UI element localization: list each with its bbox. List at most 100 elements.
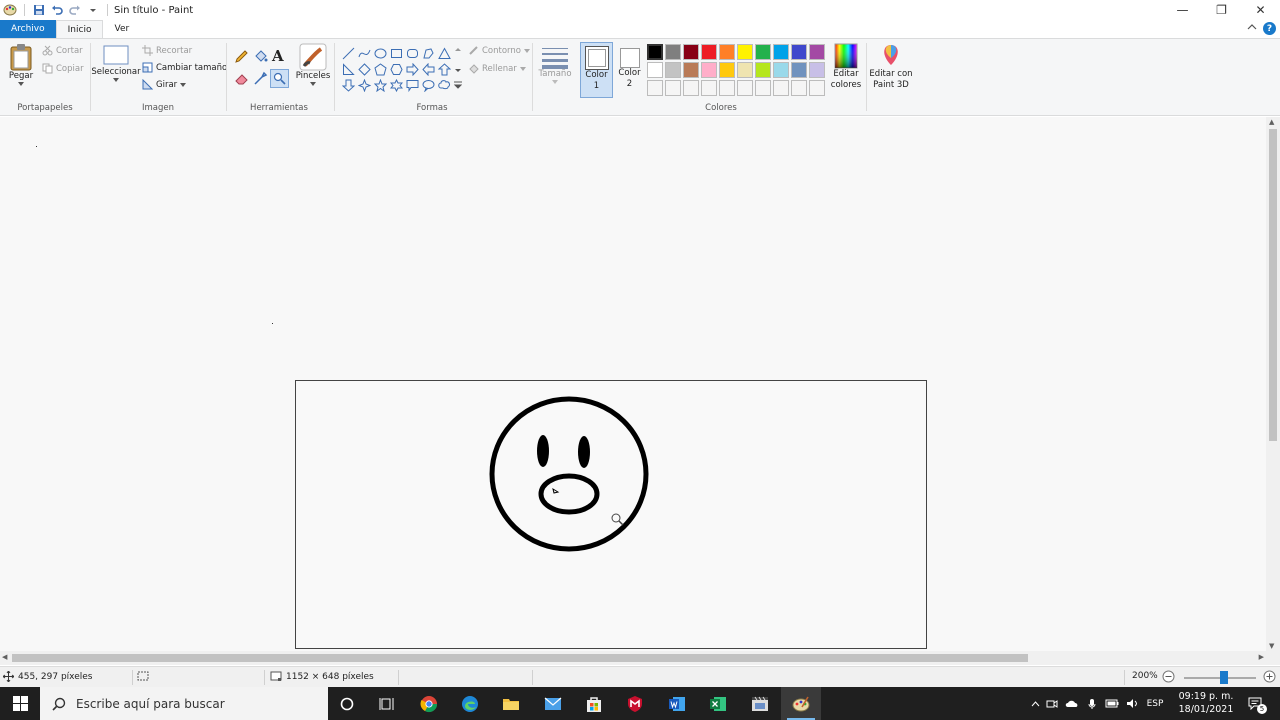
zoom-out-icon[interactable] <box>1162 670 1175 683</box>
callout-rect-shape-icon[interactable] <box>404 77 420 93</box>
palette-swatch[interactable] <box>791 44 807 60</box>
brushes-button[interactable]: Pinceles <box>296 43 330 86</box>
edit-with-paint3d-button[interactable]: Editar con Paint 3D <box>868 43 914 91</box>
shapes-scroll-up-icon[interactable] <box>455 45 461 55</box>
tab-view[interactable]: Ver <box>103 20 140 38</box>
triangle-shape-icon[interactable] <box>436 45 452 61</box>
palette-swatch[interactable] <box>665 62 681 78</box>
tab-home[interactable]: Inicio <box>55 20 104 38</box>
palette-swatch[interactable] <box>809 62 825 78</box>
palette-swatch[interactable] <box>647 44 663 60</box>
palette-swatch[interactable] <box>755 62 771 78</box>
fill-button[interactable]: Rellenar <box>468 63 526 74</box>
notification-center-button[interactable]: 5 <box>1240 687 1270 720</box>
rotate-button[interactable]: Girar <box>142 79 187 90</box>
show-hidden-icons-icon[interactable] <box>1028 700 1042 707</box>
rectangle-shape-icon[interactable] <box>388 45 404 61</box>
palette-swatch[interactable] <box>683 62 699 78</box>
polygon-shape-icon[interactable] <box>420 45 436 61</box>
taskbar-excel[interactable] <box>698 687 738 720</box>
palette-swatch[interactable] <box>773 44 789 60</box>
vertical-scrollbar[interactable]: ▲ ▼ <box>1266 117 1280 651</box>
palette-swatch[interactable] <box>755 44 771 60</box>
color1-button[interactable]: Color 1 <box>580 42 613 98</box>
resize-button[interactable]: Cambiar tamaño <box>142 62 227 73</box>
pentagon-shape-icon[interactable] <box>372 61 388 77</box>
customize-qat-icon[interactable] <box>85 2 101 18</box>
paste-button[interactable]: Pegar <box>6 43 36 86</box>
palette-swatch[interactable] <box>719 44 735 60</box>
color2-button[interactable]: Color 2 <box>614 42 645 90</box>
cut-button[interactable]: Cortar <box>42 45 83 56</box>
close-button[interactable]: ✕ <box>1241 0 1280 20</box>
callout-cloud-shape-icon[interactable] <box>436 77 452 93</box>
palette-swatch[interactable] <box>665 44 681 60</box>
arrow-right-shape-icon[interactable] <box>404 61 420 77</box>
drawing-canvas[interactable] <box>295 380 927 649</box>
palette-swatch[interactable] <box>719 80 735 96</box>
taskbar-store[interactable] <box>574 687 614 720</box>
undo-icon[interactable] <box>49 2 65 18</box>
callout-oval-shape-icon[interactable] <box>420 77 436 93</box>
palette-swatch[interactable] <box>665 80 681 96</box>
palette-swatch[interactable] <box>737 62 753 78</box>
taskbar-paint[interactable] <box>781 687 821 720</box>
magnifier-icon[interactable] <box>270 69 289 88</box>
arrow-up-shape-icon[interactable] <box>436 61 452 77</box>
scroll-up-icon[interactable]: ▲ <box>1269 118 1274 126</box>
palette-swatch[interactable] <box>737 44 753 60</box>
hexagon-shape-icon[interactable] <box>388 61 404 77</box>
diamond-shape-icon[interactable] <box>356 61 372 77</box>
palette-swatch[interactable] <box>791 62 807 78</box>
palette-swatch[interactable] <box>701 62 717 78</box>
palette-swatch[interactable] <box>701 80 717 96</box>
scroll-right-icon[interactable]: ▶ <box>1259 653 1264 661</box>
palette-swatch[interactable] <box>683 80 699 96</box>
oval-shape-icon[interactable] <box>372 45 388 61</box>
palette-swatch[interactable] <box>683 44 699 60</box>
outline-button[interactable]: Contorno <box>468 45 530 56</box>
help-icon[interactable]: ? <box>1263 22 1276 35</box>
right-triangle-shape-icon[interactable] <box>340 61 356 77</box>
onedrive-icon[interactable] <box>1062 699 1082 708</box>
start-button[interactable] <box>0 687 40 720</box>
minimize-button[interactable]: — <box>1163 0 1202 20</box>
taskbar-edge[interactable] <box>450 687 490 720</box>
palette-swatch[interactable] <box>647 62 663 78</box>
shapes-more-icon[interactable] <box>453 81 463 92</box>
palette-swatch[interactable] <box>791 80 807 96</box>
palette-swatch[interactable] <box>809 80 825 96</box>
cortana-button[interactable] <box>327 687 367 720</box>
size-button[interactable]: Tamaño <box>536 45 574 84</box>
palette-swatch[interactable] <box>809 44 825 60</box>
fill-bucket-icon[interactable] <box>253 49 268 67</box>
taskbar-mcafee[interactable] <box>615 687 655 720</box>
taskbar-word[interactable] <box>657 687 697 720</box>
taskbar-mail[interactable] <box>533 687 573 720</box>
palette-swatch[interactable] <box>773 80 789 96</box>
taskbar-file-explorer[interactable] <box>491 687 531 720</box>
horizontal-scroll-thumb[interactable] <box>12 654 1028 662</box>
tab-file[interactable]: Archivo <box>0 20 56 38</box>
palette-swatch[interactable] <box>755 80 771 96</box>
line-shape-icon[interactable] <box>340 45 356 61</box>
microphone-icon[interactable] <box>1082 698 1102 710</box>
taskbar-clock[interactable]: 09:19 p. m. 18/01/2021 <box>1176 690 1236 716</box>
restore-button[interactable]: ❐ <box>1202 0 1241 20</box>
pencil-icon[interactable] <box>234 49 249 67</box>
palette-swatch[interactable] <box>773 62 789 78</box>
palette-swatch[interactable] <box>647 80 663 96</box>
arrow-down-shape-icon[interactable] <box>340 77 356 93</box>
task-view-button[interactable] <box>367 687 407 720</box>
zoom-in-icon[interactable] <box>1263 670 1276 683</box>
vertical-scroll-thumb[interactable] <box>1269 129 1277 441</box>
palette-swatch[interactable] <box>737 80 753 96</box>
redo-icon[interactable] <box>67 2 83 18</box>
text-tool-icon[interactable]: A <box>272 47 284 65</box>
curve-shape-icon[interactable] <box>356 45 372 61</box>
shapes-scroll-down-icon[interactable] <box>455 66 461 76</box>
star-five-shape-icon[interactable] <box>372 77 388 93</box>
star-six-shape-icon[interactable] <box>388 77 404 93</box>
scroll-down-icon[interactable]: ▼ <box>1269 642 1274 650</box>
arrow-left-shape-icon[interactable] <box>420 61 436 77</box>
